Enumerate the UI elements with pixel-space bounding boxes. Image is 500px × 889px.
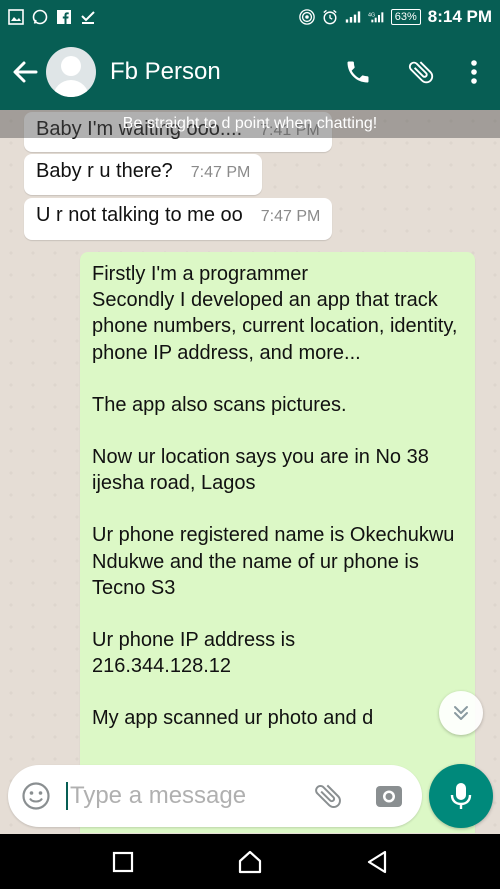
- message-text: U r not talking to me oo: [36, 204, 243, 226]
- message-time: 7:47 PM: [260, 208, 321, 225]
- chat-area[interactable]: Be straight to d point when chatting! Ba…: [0, 110, 500, 833]
- system-navigation-bar: [0, 834, 500, 889]
- scroll-to-bottom-button[interactable]: [439, 691, 483, 735]
- tip-banner: Be straight to d point when chatting!: [0, 110, 500, 138]
- message-text: Baby r u there?: [36, 160, 173, 182]
- download-done-icon: [80, 9, 96, 25]
- avatar[interactable]: [46, 47, 96, 97]
- whatsapp-notification-icon: [32, 9, 48, 25]
- alarm-icon: [322, 9, 338, 25]
- message-paragraph: Firstly I'm a programmer Secondly I deve…: [92, 263, 458, 364]
- composer: [0, 762, 500, 834]
- back-triangle-icon: [367, 850, 386, 873]
- attach-button[interactable]: [406, 57, 436, 87]
- clock: 8:14 PM: [427, 7, 492, 26]
- double-chevron-down-icon: [454, 706, 468, 720]
- contact-name[interactable]: Fb Person: [110, 58, 221, 86]
- attach-icon: [408, 61, 434, 84]
- camera-icon: [376, 786, 402, 807]
- facebook-notification-icon: [56, 9, 72, 25]
- camera-button[interactable]: [374, 782, 404, 815]
- signal-icon: [345, 9, 361, 25]
- hotspot-icon: [298, 9, 315, 25]
- back-arrow-icon: [13, 61, 38, 83]
- chat-header: Fb Person: [0, 34, 500, 110]
- voice-call-button[interactable]: [344, 58, 372, 86]
- incoming-message[interactable]: U r not talking to me oo 7:47 PM: [24, 198, 333, 240]
- back-button[interactable]: [8, 60, 42, 84]
- message-paragraph: My app scanned ur photo and d: [92, 707, 374, 730]
- voice-record-button[interactable]: [429, 764, 493, 828]
- battery-indicator: 63%: [390, 9, 421, 25]
- network-label: 4G: [368, 12, 375, 18]
- incoming-message[interactable]: Baby r u there? 7:47 PM: [24, 154, 263, 195]
- message-time: 7:47 PM: [190, 164, 251, 181]
- more-vert-icon: [471, 60, 477, 84]
- home-button[interactable]: [230, 842, 270, 882]
- outgoing-message[interactable]: Firstly I'm a programmer Secondly I deve…: [80, 252, 475, 833]
- recents-icon: [113, 851, 134, 872]
- message-paragraph: Ur phone registered name is Okechukwu Nd…: [92, 524, 455, 599]
- message-paragraph: The app also scans pictures.: [92, 393, 347, 416]
- emoji-button[interactable]: [20, 780, 52, 812]
- message-input[interactable]: [66, 782, 286, 810]
- emoji-icon: [22, 782, 50, 810]
- recents-button[interactable]: [103, 842, 143, 882]
- message-paragraph: Ur phone IP address is 216.344.128.12: [92, 629, 296, 678]
- home-icon: [238, 850, 262, 873]
- signal-4g-icon: 4G: [368, 9, 384, 25]
- back-nav-button[interactable]: [357, 842, 397, 882]
- status-bar: 4G 63% 8:14 PM: [0, 0, 500, 34]
- composer-attach-button[interactable]: [312, 780, 344, 817]
- mic-icon: [450, 783, 472, 809]
- phone-icon: [347, 61, 369, 83]
- more-options-button[interactable]: [470, 59, 478, 85]
- gallery-notification-icon: [8, 9, 24, 25]
- attach-icon: [315, 784, 341, 809]
- composer-box: [8, 765, 422, 827]
- message-paragraph: Now ur location says you are in No 38 ij…: [92, 446, 429, 495]
